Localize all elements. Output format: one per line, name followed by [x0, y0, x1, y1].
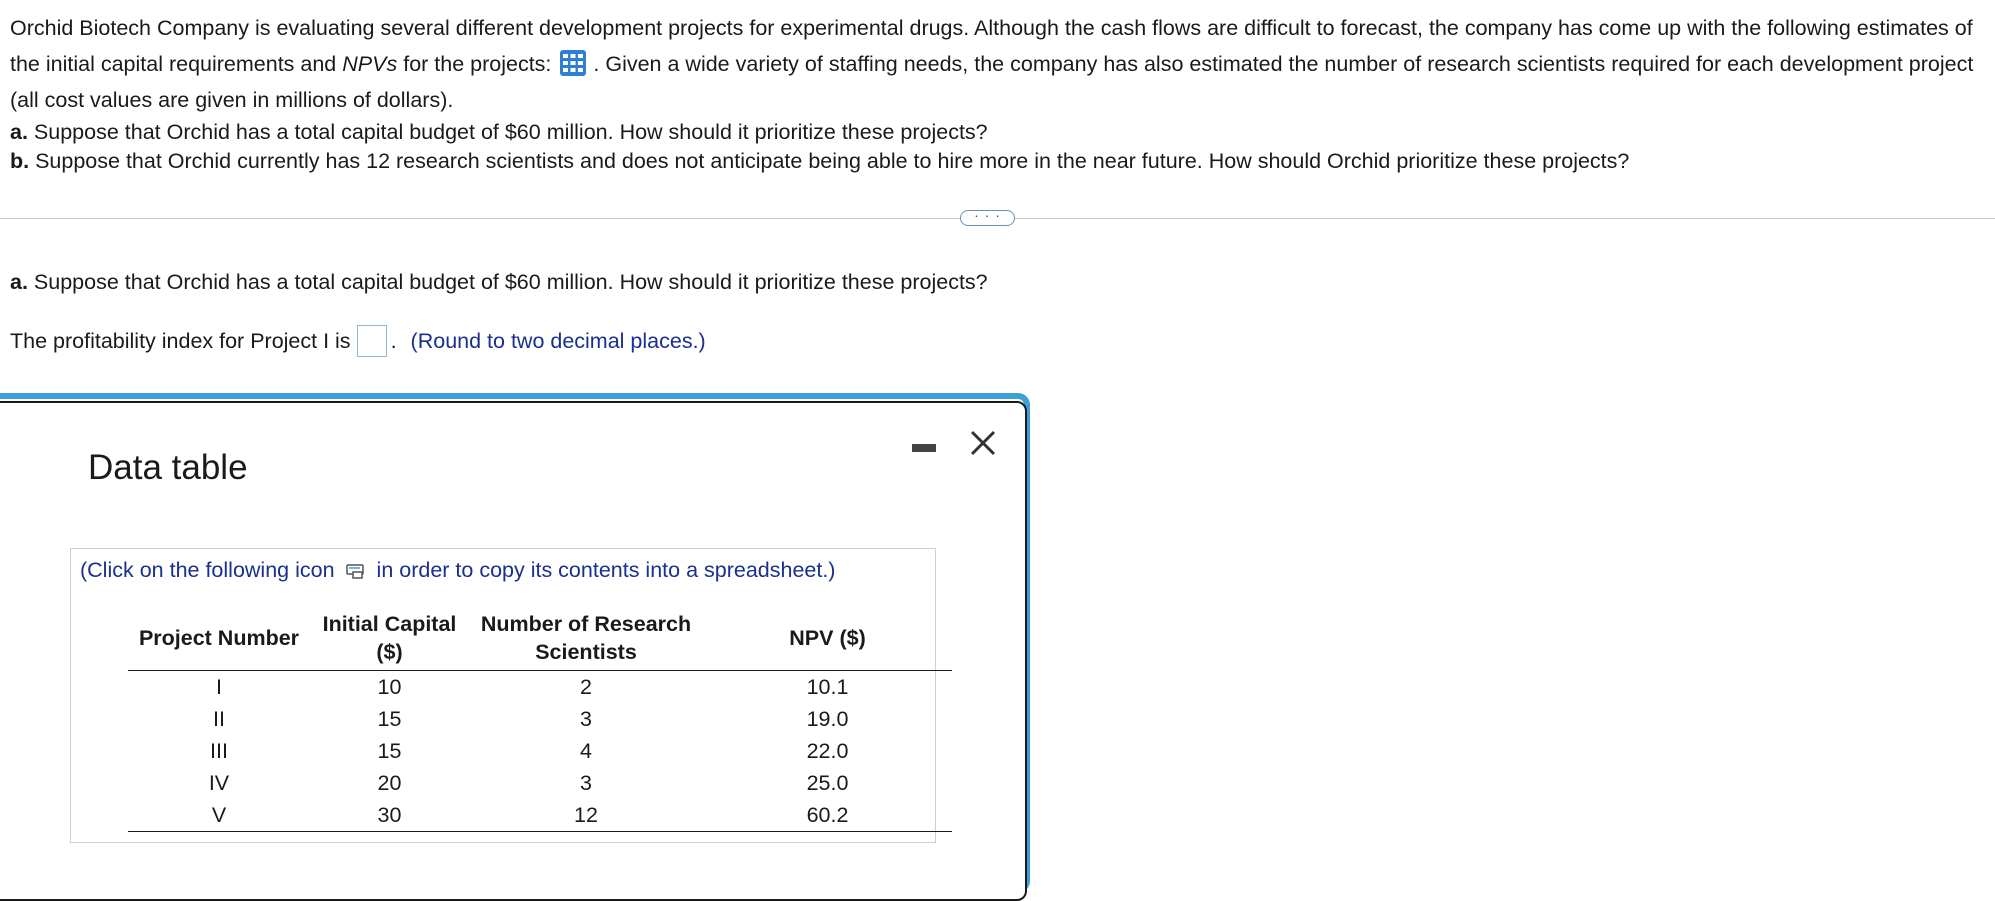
part-a-text: Suppose that Orchid has a total capital … — [33, 120, 988, 144]
copy-note-after: in order to copy its contents into a spr… — [376, 558, 836, 582]
cell-project: I — [216, 674, 222, 699]
cell-npv: 60.2 — [703, 799, 952, 832]
problem-statement: Orchid Biotech Company is evaluating sev… — [10, 10, 1985, 176]
answer-prefix: The profitability index for Project I is — [10, 328, 351, 353]
cell-scientists: 3 — [580, 706, 592, 731]
cell-capital: 15 — [377, 706, 402, 731]
cell-scientists: 4 — [580, 738, 592, 763]
minimize-icon[interactable] — [912, 444, 936, 452]
table-row: III 15 4 22.0 — [128, 735, 952, 767]
project-data-table: Project Number Initial Capital ($) Numbe… — [128, 610, 952, 832]
cell-capital: 20 — [377, 770, 402, 795]
part-a-label: a. — [10, 120, 28, 144]
rounding-hint: (Round to two decimal places.) — [410, 328, 706, 353]
cell-capital: 30 — [310, 799, 469, 832]
part-b-text: Suppose that Orchid currently has 12 res… — [35, 149, 1630, 173]
npv-term: NPVs — [342, 52, 398, 76]
profitability-index-input[interactable] — [356, 325, 387, 357]
header-research-scientists: Number of Research Scientists — [469, 610, 703, 671]
expand-more-button[interactable]: · · · — [960, 208, 1015, 226]
cell-npv: 10.1 — [806, 674, 849, 699]
part-a-prompt: a. Suppose that Orchid has a total capit… — [10, 118, 1985, 147]
part-b-prompt: b. Suppose that Orchid currently has 12 … — [10, 147, 1985, 176]
header-project-number: Project Number — [128, 610, 310, 671]
cell-scientists: 12 — [469, 799, 703, 832]
cell-scientists: 2 — [580, 674, 592, 699]
cell-project: IV — [208, 770, 230, 795]
question-a: a. Suppose that Orchid has a total capit… — [10, 270, 988, 295]
question-a-text: Suppose that Orchid has a total capital … — [33, 270, 988, 294]
cell-project: V — [128, 799, 310, 832]
cell-npv: 19.0 — [806, 706, 849, 731]
answer-line: The profitability index for Project I is… — [10, 325, 706, 357]
cell-npv: 25.0 — [806, 770, 849, 795]
problem-intro: Orchid Biotech Company is evaluating sev… — [10, 10, 1985, 118]
header-npv: NPV ($) — [703, 610, 952, 671]
cell-capital: 15 — [377, 738, 402, 763]
intro-text-2: for the projects: — [403, 52, 552, 76]
cell-scientists: 3 — [580, 770, 592, 795]
cell-npv: 22.0 — [806, 738, 849, 763]
cell-capital: 10 — [377, 674, 402, 699]
dialog-title: Data table — [88, 448, 248, 487]
close-icon[interactable] — [968, 428, 998, 458]
table-row: II 15 3 19.0 — [128, 703, 952, 735]
cell-project: II — [213, 706, 225, 731]
copy-spreadsheet-icon[interactable] — [345, 562, 367, 580]
copy-note-before: (Click on the following icon — [80, 558, 335, 582]
table-row: V 30 12 60.2 — [128, 799, 952, 832]
header-initial-capital: Initial Capital ($) — [310, 610, 469, 671]
question-a-label: a. — [10, 270, 28, 294]
copy-instructions: (Click on the following icon in order to… — [80, 558, 835, 583]
table-header-row: Project Number Initial Capital ($) Numbe… — [128, 610, 952, 671]
part-b-label: b. — [10, 149, 30, 173]
table-row: IV 20 3 25.0 — [128, 767, 952, 799]
cell-project: III — [210, 738, 228, 763]
answer-suffix: . — [390, 328, 397, 353]
table-grid-icon[interactable] — [559, 49, 587, 77]
table-row: I 10 2 10.1 — [128, 671, 952, 704]
